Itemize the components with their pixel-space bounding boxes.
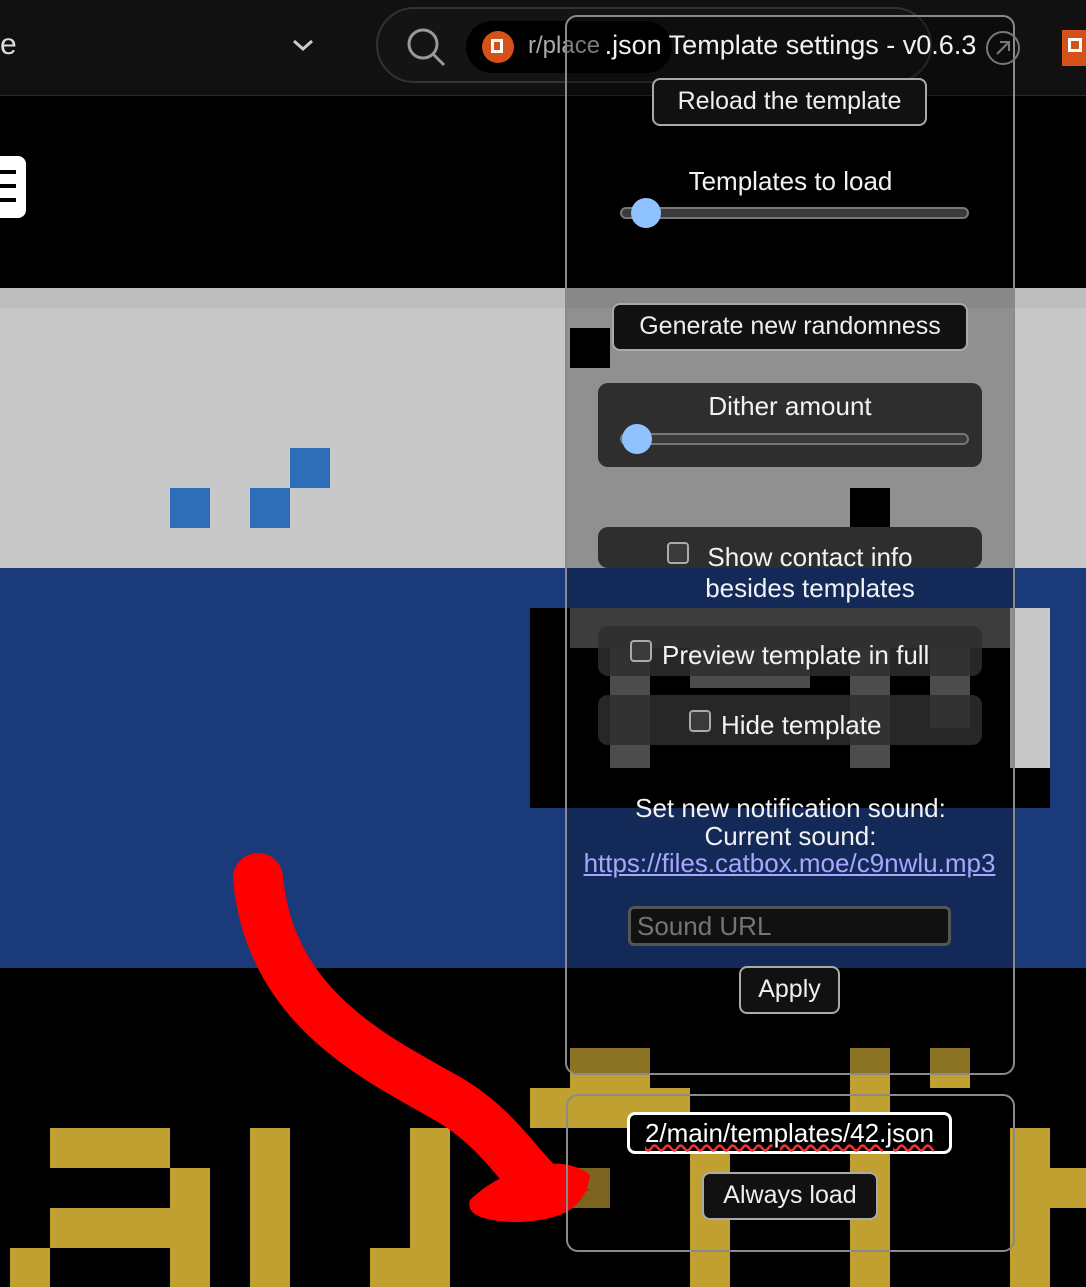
sound-url-input[interactable] [628,906,951,946]
show-contact-label: Show contact info besides templates [705,542,915,603]
panel-title: .json Template settings - v0.6.3 [604,30,977,60]
hide-template-checkbox[interactable] [689,710,711,732]
templates-to-load-label: Templates to load [688,166,893,196]
preview-full-checkbox[interactable] [630,640,652,662]
dither-slider[interactable] [620,433,969,445]
template-url-value: 2/main/templates/42.json [644,1118,935,1148]
sound-url-link-wrap: https://files.catbox.moe/c9nwlu.mp3 [582,849,997,877]
dither-label: Dither amount [708,391,872,421]
generate-randomness-button[interactable]: Generate new randomness [612,303,968,351]
notification-sound-label: Set new notification sound: [635,793,946,823]
template-url-input[interactable]: 2/main/templates/42.json [627,1112,952,1154]
templates-slider-thumb[interactable] [631,198,661,228]
external-link-icon[interactable] [985,30,1021,66]
preview-full-label: Preview template in full [662,640,930,670]
always-load-button[interactable]: Always load [702,1172,878,1220]
sound-url-link[interactable]: https://files.catbox.moe/c9nwlu.mp3 [584,848,996,878]
apply-sound-button[interactable]: Apply [739,966,840,1014]
dither-slider-thumb[interactable] [622,424,652,454]
templates-to-load-slider[interactable] [620,207,969,219]
reload-template-button[interactable]: Reload the template [652,78,927,126]
hide-template-label: Hide template [721,710,882,740]
